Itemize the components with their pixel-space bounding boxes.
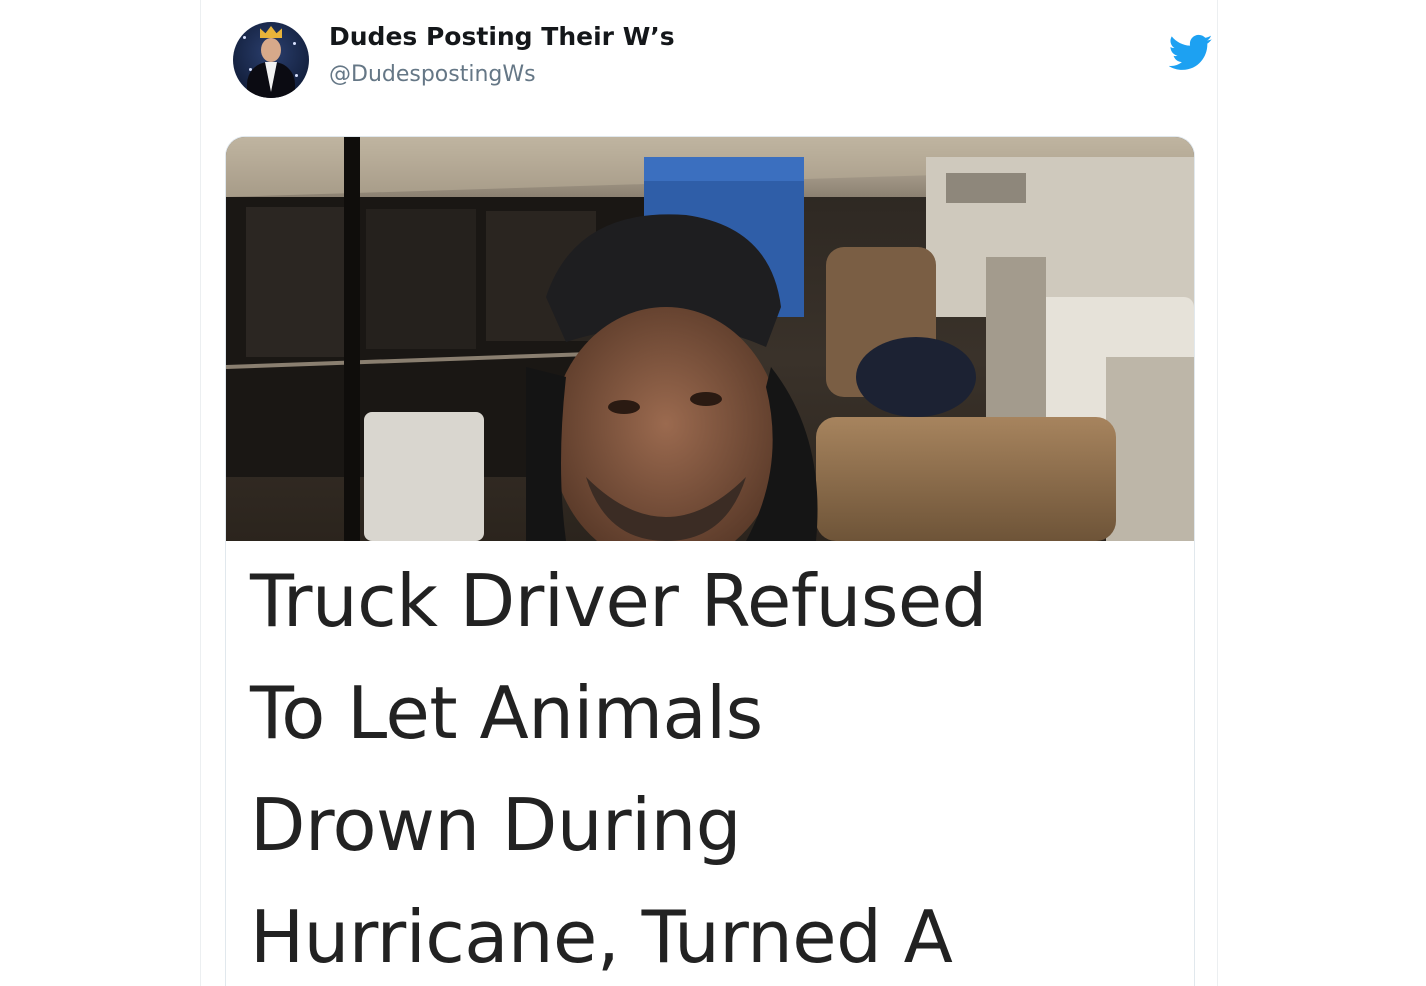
headline-line: Hurricane, Turned A xyxy=(250,895,953,979)
page: Dudes Posting Their W’s @DudespostingWs xyxy=(0,0,1426,986)
headline-line: Truck Driver Refused xyxy=(250,559,987,643)
avatar-head xyxy=(261,38,281,62)
tweet-card[interactable]: Dudes Posting Their W’s @DudespostingWs xyxy=(200,0,1218,986)
avatar-star xyxy=(293,42,296,45)
tweet-header: Dudes Posting Their W’s @DudespostingWs xyxy=(233,18,1213,102)
tweet-media[interactable]: Truck Driver Refused To Let Animals Drow… xyxy=(225,136,1195,986)
twitter-bird-icon[interactable] xyxy=(1169,34,1213,72)
crown-icon xyxy=(260,26,282,38)
avatar-star xyxy=(295,74,298,77)
author-handle[interactable]: @DudespostingWs xyxy=(329,62,536,87)
article-headline[interactable]: Truck Driver Refused To Let Animals Drow… xyxy=(250,545,1180,986)
author-avatar[interactable] xyxy=(233,22,309,98)
avatar-star xyxy=(243,36,246,39)
author-name[interactable]: Dudes Posting Their W’s xyxy=(329,22,675,51)
headline-line: Drown During xyxy=(250,783,741,867)
article-photo[interactable] xyxy=(226,137,1194,541)
headline-line: To Let Animals xyxy=(250,671,763,755)
